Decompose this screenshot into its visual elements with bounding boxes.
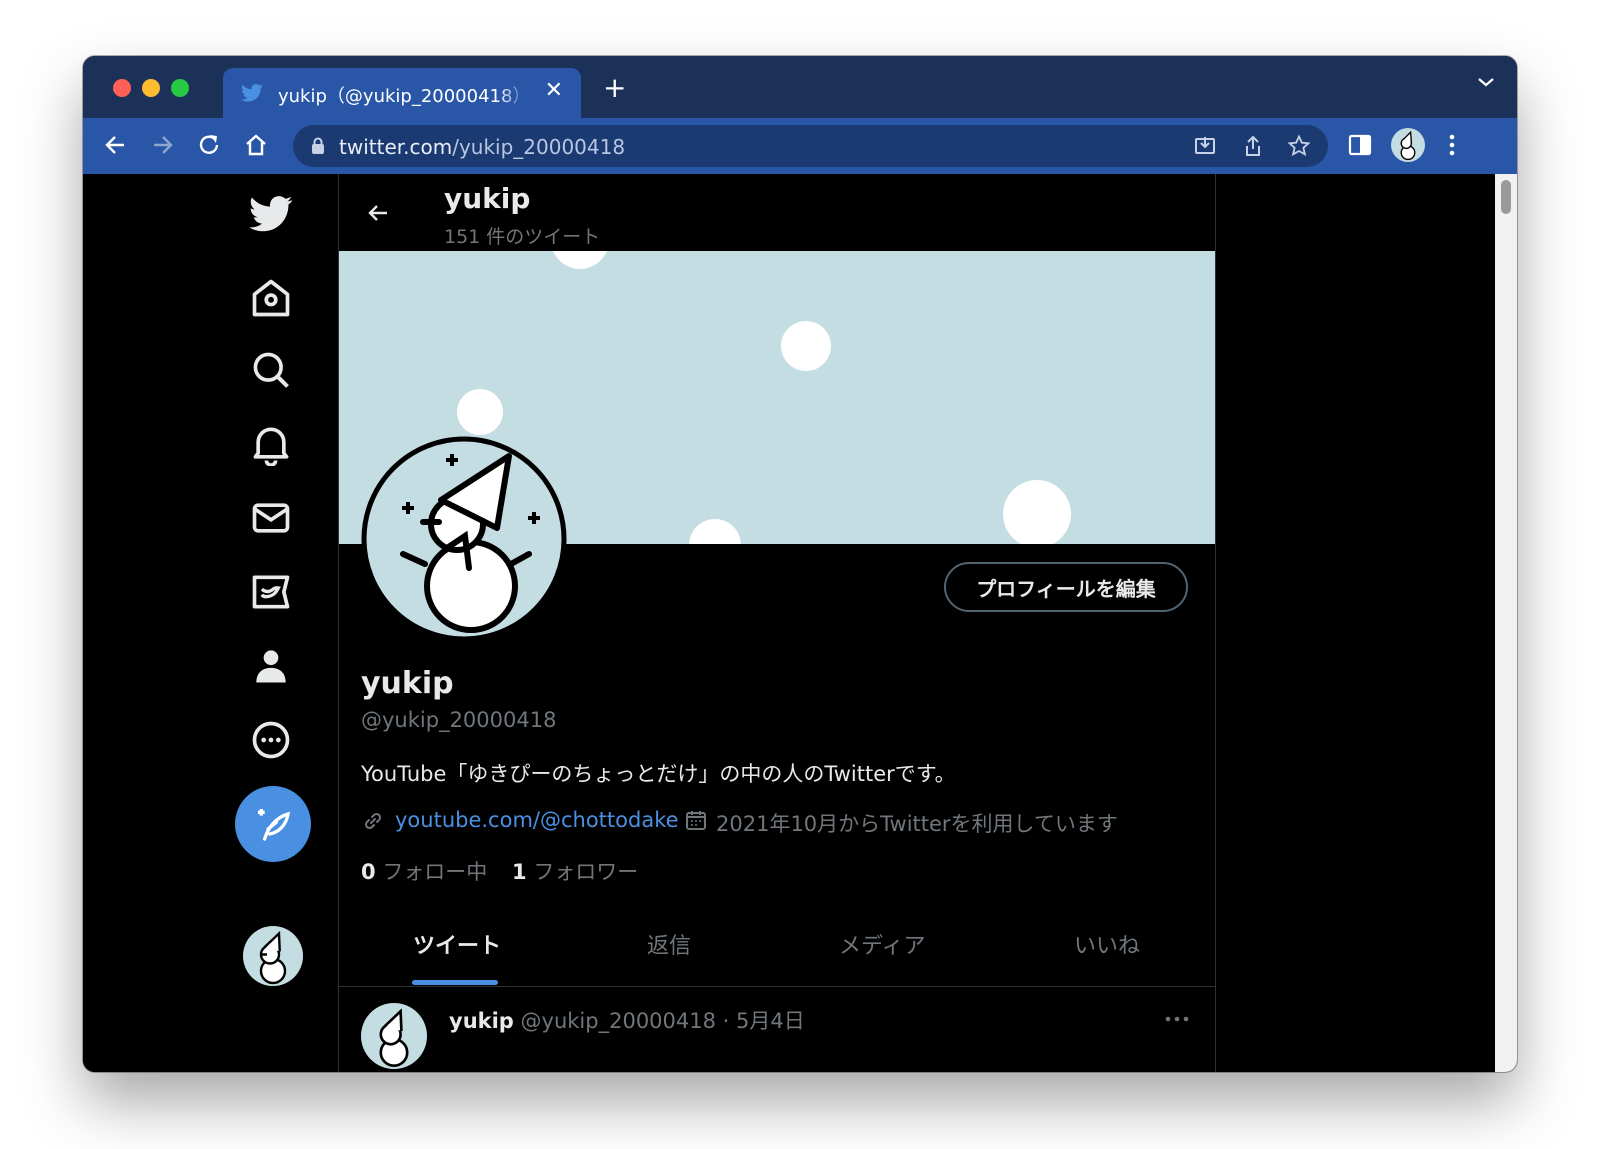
browser-toolbar: twitter.com/yukip_20000418	[83, 118, 1517, 174]
profile-bio: YouTube「ゆきぴーのちょっとだけ」の中の人のTwitterです。	[361, 762, 956, 786]
following-link[interactable]: 0 フォロー中	[361, 856, 487, 886]
profile-avatar[interactable]	[361, 436, 567, 642]
twitter-favicon-icon	[241, 84, 263, 102]
snow-dot	[689, 519, 741, 544]
browser-menu-icon[interactable]	[1447, 132, 1457, 158]
home-button-icon[interactable]	[243, 132, 269, 158]
new-tab-button[interactable]: +	[603, 74, 626, 102]
profile-icon[interactable]	[249, 644, 293, 688]
snowman-avatar-icon	[361, 436, 567, 642]
compose-feather-icon	[258, 809, 291, 841]
twitter-logo-icon[interactable]	[249, 194, 293, 234]
account-avatar[interactable]	[243, 926, 303, 986]
profile-column: yukip 151 件のツイート プロフィールを編集 yukip @yukip_…	[338, 174, 1216, 1072]
tab-media[interactable]: メディア	[839, 928, 925, 960]
back-arrow-icon[interactable]	[365, 200, 391, 226]
profile-name: yukip	[361, 666, 454, 701]
link-icon	[364, 812, 382, 830]
snowman-avatar-icon	[1400, 130, 1416, 161]
tweet-header: yukip @yukip_20000418 · 5月4日	[449, 1005, 805, 1035]
following-count: 0	[361, 860, 376, 884]
lock-icon[interactable]	[311, 137, 325, 155]
tab-close-icon[interactable]: ✕	[545, 80, 563, 102]
tab-tweets[interactable]: ツイート	[413, 928, 501, 960]
snow-dot	[781, 321, 831, 371]
install-app-icon[interactable]	[1193, 134, 1217, 158]
profile-joined: 2021年10月からTwitterを利用しています	[716, 812, 1118, 836]
snow-dot	[457, 389, 503, 435]
more-icon[interactable]	[249, 718, 293, 762]
header-tweet-count: 151 件のツイート	[444, 226, 601, 248]
back-icon[interactable]	[103, 132, 129, 158]
tab-replies[interactable]: 返信	[647, 928, 691, 960]
reload-icon[interactable]	[196, 132, 222, 158]
mail-icon[interactable]	[249, 496, 293, 540]
tab-search-chevron-icon[interactable]	[1477, 76, 1495, 88]
scrollbar-thumb[interactable]	[1501, 180, 1511, 214]
address-bar[interactable]: twitter.com/yukip_20000418	[293, 125, 1328, 167]
tweet-avatar[interactable]	[361, 1003, 427, 1069]
profile-tabs: ツイート 返信 メディア いいね	[339, 914, 1215, 987]
edit-profile-button[interactable]: プロフィールを編集	[944, 562, 1188, 612]
bell-icon[interactable]	[249, 422, 293, 466]
snow-dot	[551, 251, 609, 269]
bookmark-star-icon[interactable]	[1287, 134, 1311, 158]
side-panel-icon[interactable]	[1347, 132, 1373, 158]
tab-title: yukip（@yukip_20000418）さん / Twitter	[278, 86, 528, 107]
url-domain: twitter.com	[339, 135, 453, 159]
twitter-page: yukip 151 件のツイート プロフィールを編集 yukip @yukip_…	[83, 174, 1517, 1072]
active-tab-indicator	[412, 980, 498, 985]
browser-profile-avatar[interactable]	[1391, 128, 1425, 162]
twitter-blue-icon[interactable]	[249, 570, 293, 614]
forward-icon[interactable]	[149, 132, 175, 158]
compose-tweet-button[interactable]	[235, 786, 311, 862]
browser-window: yukip（@yukip_20000418）さん / Twitter ✕ +	[83, 56, 1517, 1072]
minimize-window-button[interactable]	[142, 79, 160, 97]
tab-likes[interactable]: いいね	[1074, 928, 1140, 960]
share-icon[interactable]	[1241, 134, 1265, 158]
browser-tab[interactable]: yukip（@yukip_20000418）さん / Twitter ✕	[223, 68, 581, 118]
followers-count: 1	[512, 860, 527, 884]
snowman-avatar-icon	[379, 1008, 409, 1068]
zoom-window-button[interactable]	[171, 79, 189, 97]
calendar-icon	[686, 811, 706, 830]
following-label: フォロー中	[382, 860, 488, 884]
tweet-meta: @yukip_20000418 · 5月4日	[520, 1009, 805, 1033]
tweet-author-name[interactable]: yukip	[449, 1009, 514, 1033]
snow-dot	[1003, 480, 1071, 544]
url-path: /yukip_20000418	[452, 135, 626, 159]
url-text[interactable]: twitter.com/yukip_20000418	[339, 135, 625, 159]
snowman-avatar-icon	[259, 930, 287, 985]
tab-strip: yukip（@yukip_20000418）さん / Twitter ✕ +	[83, 56, 1517, 118]
page-scrollbar[interactable]	[1495, 174, 1517, 1072]
profile-link[interactable]: youtube.com/@chottodake	[395, 808, 679, 832]
tweet-more-icon[interactable]	[1164, 1015, 1190, 1023]
search-icon[interactable]	[249, 348, 293, 392]
profile-handle: @yukip_20000418	[361, 708, 557, 732]
close-window-button[interactable]	[113, 79, 131, 97]
home-icon[interactable]	[249, 276, 293, 320]
header-name: yukip	[444, 182, 531, 215]
followers-link[interactable]: 1 フォロワー	[512, 856, 638, 886]
tweet-item[interactable]: yukip @yukip_20000418 · 5月4日	[339, 987, 1215, 1072]
followers-label: フォロワー	[533, 860, 639, 884]
